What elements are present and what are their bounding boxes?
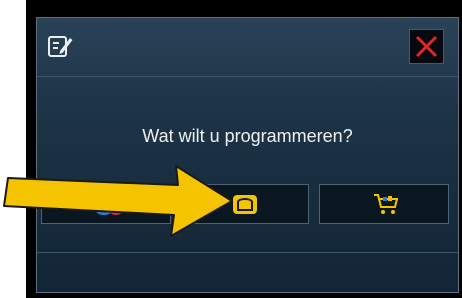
pointer-arrow-icon: [3, 165, 233, 237]
